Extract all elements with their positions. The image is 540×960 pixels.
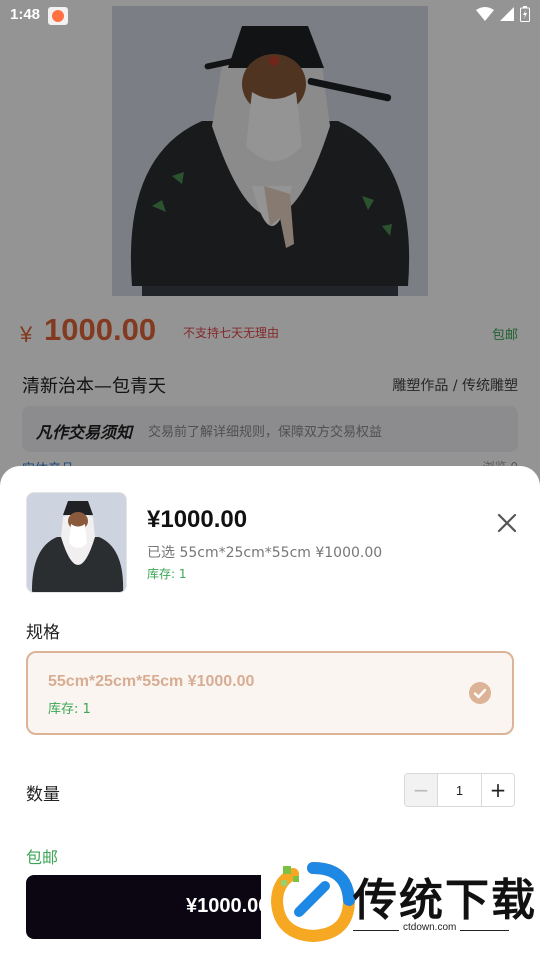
close-button[interactable] <box>492 508 522 538</box>
selected-spec-summary: 已选 55cm*25cm*55cm ¥1000.00 <box>147 545 383 561</box>
shipping-label: 包邮 <box>26 848 59 867</box>
buy-button-label: ¥1000.00 <box>186 895 270 917</box>
quantity-value[interactable]: 1 <box>438 774 481 806</box>
quantity-stepper: − 1 + <box>404 773 515 807</box>
check-circle-icon <box>469 682 491 704</box>
signal-icon <box>500 7 514 21</box>
decrement-button[interactable]: − <box>405 774 438 806</box>
brand-logo-icon <box>270 862 355 942</box>
battery-icon <box>520 6 530 22</box>
increment-button[interactable]: + <box>481 774 514 806</box>
spec-section-label: 规格 <box>26 623 60 643</box>
sheet-product-thumbnail[interactable] <box>26 492 127 593</box>
app-notification-icon <box>48 7 68 25</box>
status-time: 1:48 <box>10 6 41 23</box>
site-watermark: 传统下载 ctdown.com <box>261 852 540 960</box>
watermark-url: ctdown.com <box>399 922 461 933</box>
spec-option-selected[interactable]: 55cm*25cm*55cm ¥1000.00 库存: 1 <box>26 651 514 735</box>
status-icons <box>476 6 530 22</box>
sheet-stock: 库存: 1 <box>147 567 187 581</box>
status-bar: 1:48 <box>0 0 540 32</box>
wifi-icon <box>476 7 494 21</box>
close-icon <box>497 513 517 533</box>
quantity-label: 数量 <box>26 785 60 805</box>
spec-option-stock: 库存: 1 <box>48 702 91 717</box>
watermark-brand: 传统下载 <box>353 875 537 926</box>
spec-option-name: 55cm*25cm*55cm ¥1000.00 <box>48 673 255 690</box>
thumbnail-illustration <box>27 493 126 592</box>
sheet-price: ¥1000.00 <box>147 506 248 533</box>
